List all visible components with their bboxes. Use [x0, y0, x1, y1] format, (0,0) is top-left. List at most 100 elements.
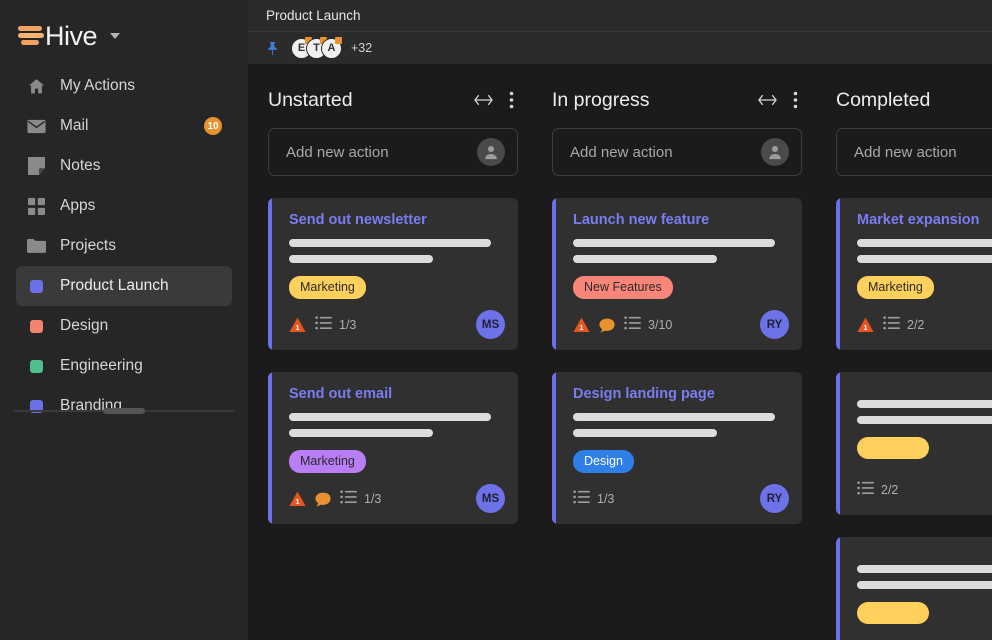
assignee-avatar-placeholder-icon[interactable] — [477, 138, 505, 166]
checklist-indicator[interactable]: 1/3 — [340, 490, 381, 509]
checklist-indicator[interactable]: 1/3 — [573, 490, 614, 509]
sidebar-item-label: My Actions — [60, 77, 135, 95]
more-vertical-icon[interactable] — [793, 91, 798, 109]
action-card[interactable]: Launch new featureNew Features13/10RY — [552, 198, 802, 350]
comment-icon[interactable] — [315, 492, 331, 507]
add-new-action-label: Add new action — [570, 144, 761, 161]
checklist-indicator[interactable]: 1/3 — [315, 316, 356, 335]
sidebar-item-product-launch[interactable]: Product Launch — [16, 266, 232, 306]
sidebar-item-apps[interactable]: Apps — [16, 186, 232, 226]
checklist-indicator[interactable]: 2/2 — [857, 481, 898, 500]
add-new-action-label: Add new action — [286, 144, 477, 161]
card-text-placeholder — [857, 239, 992, 247]
action-card[interactable]: Design landing page Design 1/3 RY — [552, 372, 802, 524]
checklist-indicator[interactable]: 3/10 — [624, 316, 672, 335]
scrollbar-thumb[interactable] — [103, 408, 145, 414]
card-text-placeholder — [857, 400, 992, 408]
mail-icon — [26, 116, 46, 136]
action-card[interactable]: 2/2 — [836, 537, 992, 640]
card-text-placeholder — [573, 239, 775, 247]
action-card[interactable]: Send out emailMarketing11/3MS — [268, 372, 518, 524]
card-text-placeholder — [573, 413, 775, 421]
card-footer: 1 1/3 — [289, 313, 502, 337]
card-assignee-avatar[interactable]: RY — [760, 484, 789, 513]
checklist-icon — [573, 490, 590, 509]
chevron-down-icon[interactable] — [110, 33, 120, 39]
checklist-count: 1/3 — [339, 318, 356, 332]
comment-icon[interactable] — [599, 318, 615, 333]
sidebar-item-label: Engineering — [60, 357, 143, 375]
action-card[interactable]: Market expansion Marketing 1 2/2 — [836, 198, 992, 350]
sidebar-item-projects[interactable]: Projects — [16, 226, 232, 266]
avatar-initial: E — [298, 42, 305, 54]
card-tag[interactable]: Marketing — [857, 276, 934, 299]
sidebar-item-label: Notes — [60, 157, 101, 175]
sidebar-item-mail[interactable]: Mail10 — [16, 106, 232, 146]
card-text-placeholder — [289, 413, 491, 421]
warning-icon[interactable]: 1 — [857, 317, 874, 333]
more-vertical-icon[interactable] — [509, 91, 514, 109]
card-assignee-avatar[interactable]: MS — [476, 310, 505, 339]
svg-text:1: 1 — [579, 323, 583, 332]
action-card[interactable]: 2/2 — [836, 372, 992, 515]
card-text-placeholder — [573, 255, 717, 263]
brand[interactable]: Hive — [0, 14, 248, 58]
card-accent-stripe — [836, 537, 840, 640]
resize-horizontal-icon[interactable] — [758, 94, 777, 106]
card-text-placeholder — [573, 429, 717, 437]
warning-icon[interactable]: 1 — [289, 317, 306, 333]
card-footer: 1 2/2 — [857, 313, 992, 337]
hive-logo-icon — [18, 24, 44, 48]
card-tag[interactable]: Design — [573, 450, 634, 473]
sidebar-item-engineering[interactable]: Engineering — [16, 346, 232, 386]
svg-text:1: 1 — [295, 497, 299, 506]
assignee-avatar-placeholder-icon[interactable] — [761, 138, 789, 166]
app-root: Hive My ActionsMail10NotesAppsProjectsPr… — [0, 0, 992, 640]
warning-icon[interactable]: 1 — [289, 491, 306, 507]
column-title: Completed — [836, 89, 992, 112]
card-tag[interactable] — [857, 437, 929, 459]
resize-horizontal-icon[interactable] — [474, 94, 493, 106]
sidebar-item-design[interactable]: Design — [16, 306, 232, 346]
sidebar: Hive My Actions Mail10 Notes AppsProjectsPr… — [0, 0, 248, 640]
add-new-action-input[interactable]: Add new action — [552, 128, 802, 176]
checklist-indicator[interactable]: 2/2 — [883, 316, 924, 335]
add-new-action-input[interactable]: Add new action — [268, 128, 518, 176]
column-header: Unstarted — [268, 64, 518, 118]
card-text-placeholder — [289, 429, 433, 437]
card-text-placeholder — [289, 255, 433, 263]
svg-text:1: 1 — [863, 323, 867, 332]
avatar-more-count[interactable]: +32 — [351, 41, 372, 55]
card-title: Design landing page — [573, 386, 786, 402]
add-new-action-input[interactable]: Add new action — [836, 128, 992, 176]
pin-icon[interactable] — [266, 41, 279, 56]
board-column: UnstartedAdd new actionSend out newslett… — [268, 64, 518, 640]
card-assignee-avatar[interactable]: MS — [476, 484, 505, 513]
card-title: Market expansion — [857, 212, 992, 228]
card-tag[interactable]: New Features — [573, 276, 673, 299]
card-tag[interactable]: Marketing — [289, 276, 366, 299]
checklist-icon — [340, 490, 357, 509]
sidebar-item-notes[interactable]: Notes — [16, 146, 232, 186]
svg-text:1: 1 — [295, 323, 299, 332]
card-assignee-avatar[interactable]: RY — [760, 310, 789, 339]
project-dot-icon — [26, 316, 46, 336]
sidebar-nav: My Actions Mail10 Notes AppsProjectsProduct… — [0, 66, 248, 426]
card-footer: 2/2 — [857, 478, 992, 502]
avatar-group[interactable]: ETA — [291, 38, 342, 59]
action-card[interactable]: Send out newsletterMarketing11/3MS — [268, 198, 518, 350]
board-column: CompletedAdd new actionMarket expansionM… — [836, 64, 992, 640]
avatar-initial: T — [313, 42, 320, 54]
card-text-placeholder — [857, 255, 992, 263]
checklist-count: 2/2 — [881, 483, 898, 497]
card-tag[interactable]: Marketing — [289, 450, 366, 473]
card-text-placeholder — [857, 416, 992, 424]
sidebar-item-my-actions[interactable]: My Actions — [16, 66, 232, 106]
sidebar-scrollbar[interactable] — [0, 406, 248, 416]
card-tag[interactable] — [857, 602, 929, 624]
checklist-count: 1/3 — [364, 492, 381, 506]
topbar: Product Launch — [248, 0, 992, 32]
project-dot-icon — [26, 276, 46, 296]
avatar[interactable]: A — [321, 38, 342, 59]
warning-icon[interactable]: 1 — [573, 317, 590, 333]
